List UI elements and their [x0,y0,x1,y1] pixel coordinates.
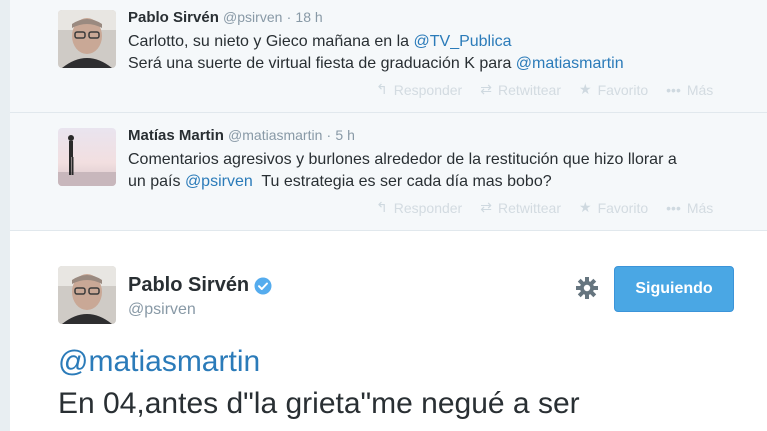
tweet-text-line: Será una suerte de virtual fiesta de gra… [128,53,624,75]
favorite-label: Favorito [597,199,649,216]
favorite-icon: ★ [579,81,592,97]
separator: · [326,127,332,143]
mention-link[interactable]: @matiasmartin [58,344,260,380]
left-edge [0,0,10,431]
username[interactable]: @matiasmartin [228,127,322,143]
text-segment: Será una suerte de virtual fiesta de gra… [128,55,516,72]
favorite-button[interactable]: ★ Favorito [579,81,648,98]
main-tweet: Pablo Sirvén @psirven Siguiendo @matiasm… [10,231,767,431]
mention-link[interactable]: @TV_Publica [414,33,512,50]
reply-tweet-1[interactable]: Pablo Sirvén @psirven · 18 h Carlotto, s… [10,0,767,113]
tweet-header: Pablo Sirvén @psirven · 18 h [128,8,323,27]
tweet-text: Carlotto, su nieto y Gieco mañana en la … [128,31,624,75]
tweet-text-line: Comentarios agresivos y burlones alreded… [128,149,677,171]
tweet-actions: ↰ Responder ⇄ Retwittear ★ Favorito ••• Más [376,81,713,98]
gear-icon[interactable] [574,275,600,301]
username[interactable]: @psirven [223,9,282,25]
reply-tweet-2[interactable]: Matías Martin @matiasmartin · 5 h Coment… [10,113,767,231]
reply-icon: ↰ [376,199,388,215]
more-label: Más [686,199,714,216]
following-button[interactable]: Siguiendo [614,266,734,312]
retweet-label: Retwittear [497,81,561,98]
reply-button[interactable]: ↰ Responder [376,81,462,98]
reply-label: Responder [393,81,463,98]
favorite-icon: ★ [579,199,592,215]
reply-label: Responder [393,199,463,216]
avatar[interactable] [58,266,116,324]
retweet-button[interactable]: ⇄ Retwittear [480,199,561,216]
more-button[interactable]: ••• Más [666,199,713,216]
timestamp[interactable]: 5 h [335,127,354,143]
separator: · [286,9,292,25]
timestamp[interactable]: 18 h [295,9,322,25]
mention-link[interactable]: @psirven [185,173,253,190]
favorite-label: Favorito [597,81,649,98]
tweet-header: Matías Martin @matiasmartin · 5 h [128,126,355,145]
username[interactable]: @psirven [128,301,196,319]
tweet-text: En 04,antes d"la grieta"me negué a ser [58,387,580,420]
fullname[interactable]: Matías Martin [128,127,224,144]
text-segment: un país [128,173,185,190]
more-icon: ••• [666,199,681,216]
tweet-text-line: Carlotto, su nieto y Gieco mañana en la … [128,31,624,53]
tweet-text: Comentarios agresivos y burlones alreded… [128,149,677,193]
tweet-actions: ↰ Responder ⇄ Retwittear ★ Favorito ••• Más [376,199,713,216]
mention-link[interactable]: @matiasmartin [516,55,624,72]
favorite-button[interactable]: ★ Favorito [579,199,648,216]
reply-button[interactable]: ↰ Responder [376,199,462,216]
retweet-label: Retwittear [497,199,561,216]
avatar[interactable] [58,128,116,186]
verified-badge-icon [254,277,272,294]
fullname[interactable]: Pablo Sirvén [128,9,219,26]
reply-icon: ↰ [376,81,388,97]
more-icon: ••• [666,81,681,98]
text-segment: Comentarios agresivos y burlones alreded… [128,151,677,168]
text-segment: Carlotto, su nieto y Gieco mañana en la [128,33,414,50]
retweet-icon: ⇄ [480,81,492,97]
retweet-button[interactable]: ⇄ Retwittear [480,81,561,98]
tweet-text-line: un país @psirven Tu estrategia es ser ca… [128,171,677,193]
text-segment: Tu estrategia es ser cada día mas bobo? [252,173,552,190]
fullname[interactable]: Pablo Sirvén [128,274,249,297]
retweet-icon: ⇄ [480,199,492,215]
avatar[interactable] [58,10,116,68]
more-button[interactable]: ••• Más [666,81,713,98]
more-label: Más [686,81,714,98]
profile-name[interactable]: Pablo Sirvén [128,274,272,297]
